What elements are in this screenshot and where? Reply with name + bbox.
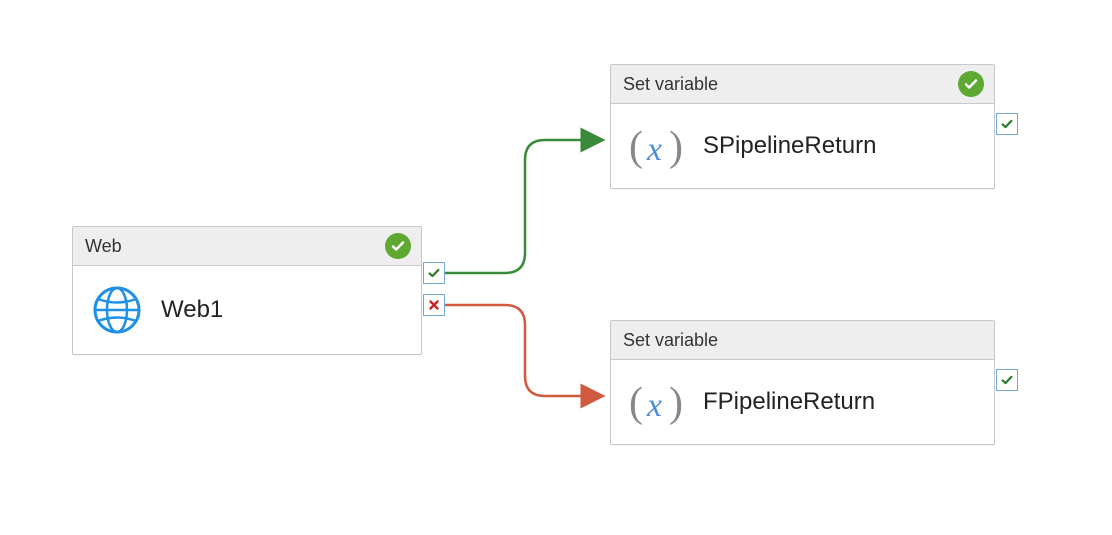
activity-set-variable-success[interactable]: Set variable ( x ) SPipelineReturn <box>610 64 995 189</box>
activity-fvar-header: Set variable <box>611 321 994 360</box>
svg-text:x: x <box>646 131 662 168</box>
edge-failure <box>445 305 603 396</box>
variable-icon: ( x ) <box>629 122 685 170</box>
edge-success <box>445 140 603 273</box>
success-output-port[interactable] <box>423 262 445 284</box>
success-output-port[interactable] <box>996 369 1018 391</box>
activity-type-label: Set variable <box>623 74 718 95</box>
success-output-port[interactable] <box>996 113 1018 135</box>
activity-web-body: Web1 <box>73 266 421 354</box>
svg-text:): ) <box>669 124 683 170</box>
activity-name-label: FPipelineReturn <box>703 388 875 416</box>
activity-web[interactable]: Web Web1 <box>72 226 422 355</box>
activity-type-label: Set variable <box>623 330 718 351</box>
activity-set-variable-failure[interactable]: Set variable ( x ) FPipelineReturn <box>610 320 995 445</box>
svg-text:(: ( <box>629 380 643 426</box>
svg-text:): ) <box>669 380 683 426</box>
activity-fvar-body: ( x ) FPipelineReturn <box>611 360 994 444</box>
activity-name-label: SPipelineReturn <box>703 132 876 160</box>
activity-name-label: Web1 <box>161 296 223 324</box>
failure-output-port[interactable] <box>423 294 445 316</box>
pipeline-canvas[interactable]: Web Web1 Set variable <box>0 0 1112 535</box>
svg-text:x: x <box>646 387 662 424</box>
activity-web-header: Web <box>73 227 421 266</box>
svg-text:(: ( <box>629 124 643 170</box>
success-status-icon <box>958 71 984 97</box>
globe-icon <box>91 284 143 336</box>
status-placeholder <box>958 327 984 353</box>
success-status-icon <box>385 233 411 259</box>
activity-svar-header: Set variable <box>611 65 994 104</box>
activity-type-label: Web <box>85 236 122 257</box>
activity-svar-body: ( x ) SPipelineReturn <box>611 104 994 188</box>
variable-icon: ( x ) <box>629 378 685 426</box>
